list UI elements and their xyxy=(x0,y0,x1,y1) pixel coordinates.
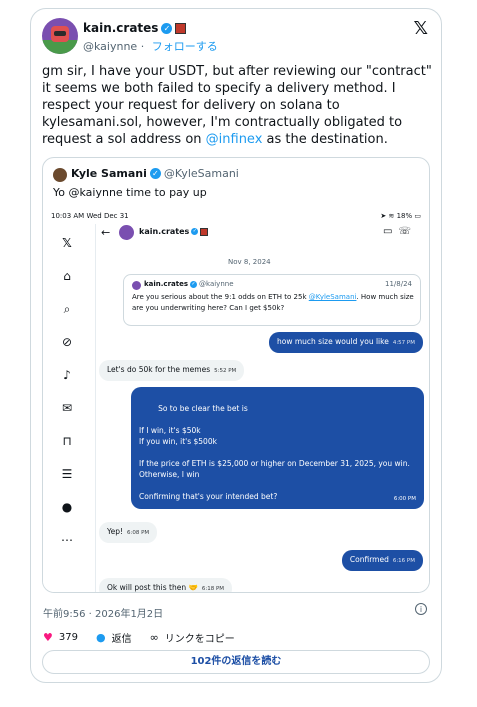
dm-message-in: Let's do 50k for the memes 5:52 PM xyxy=(99,360,245,381)
message-text: Let's do 50k for the memes xyxy=(107,365,211,374)
inner-quote-name: kain.crates xyxy=(144,280,189,288)
message-time: 4:57 PM xyxy=(392,340,415,346)
dm-call-icons: ▭☏ xyxy=(383,226,417,237)
message-text: Ok will post this then 🤝 xyxy=(107,583,198,592)
author-handle[interactable]: @kaiynne xyxy=(83,40,137,53)
quote-screenshot-image: 10:03 AM Wed Dec 31 ➤ ≋ 18% ▭ 𝕏 ⌂ ⌕ ⊘ ♪ … xyxy=(43,210,429,592)
quote-author-handle: @KyleSamani xyxy=(163,167,239,180)
author-handle-row: @kaiynne · フォローする xyxy=(83,40,218,53)
like-button[interactable]: ♥ 379 xyxy=(43,631,78,644)
reply-icon: ● xyxy=(95,631,106,644)
dm-message-out: Confirmed 6:16 PM xyxy=(341,550,423,571)
message-time: 6:16 PM xyxy=(392,558,415,564)
dm-avatar xyxy=(119,225,134,240)
quote-text: Yo @kaiynne time to pay up xyxy=(53,186,207,199)
dm-message-out: how much size would you like 4:57 PM xyxy=(268,332,423,353)
verified-icon: ✓ xyxy=(161,22,173,34)
tweet-timestamp[interactable]: 午前9:56 · 2026年1月2日 xyxy=(43,605,163,620)
heart-icon: ♥ xyxy=(43,631,53,644)
affiliate-badge-icon xyxy=(175,22,187,34)
tweet-actions: ♥ 379 ● 返信 ∞ リンクをコピー xyxy=(43,630,253,645)
dm-name: kain.crates ✓ xyxy=(139,227,209,236)
quote-avatar[interactable] xyxy=(53,168,67,182)
date-separator: Nov 8, 2024 xyxy=(228,258,271,266)
copy-link-label: リンクをコピー xyxy=(164,634,235,645)
dm-verified-icon: ✓ xyxy=(191,228,199,235)
more-icon: ⋯ xyxy=(61,533,73,547)
grok-icon: ⊘ xyxy=(61,335,73,349)
x-icon: 𝕏 xyxy=(62,236,72,250)
home-icon: ⌂ xyxy=(63,269,71,283)
message-text: Confirmed xyxy=(349,555,389,564)
mention-link[interactable]: @infinex xyxy=(206,132,263,147)
inner-quote-author: kain.crates ✓ @kaiynne xyxy=(144,280,234,288)
copy-link-button[interactable]: ∞ リンクをコピー xyxy=(150,630,235,645)
tweet-text-end: as the destination. xyxy=(262,132,388,147)
tweet-text: gm sir, I have your USDT, but after revi… xyxy=(42,63,432,148)
info-icon[interactable]: i xyxy=(415,603,427,615)
quote-author-name[interactable]: Kyle Samani xyxy=(71,167,147,180)
inner-verified-icon: ✓ xyxy=(190,280,198,288)
quote-verified-icon: ✓ xyxy=(149,168,161,179)
inner-quote-handle: @kaiynne xyxy=(199,280,234,288)
message-time: 6:00 PM xyxy=(393,496,416,502)
inner-quote-date: 11/8/24 xyxy=(385,280,412,288)
messages-icon: ✉ xyxy=(61,401,73,415)
dm-name-text: kain.crates xyxy=(139,227,190,236)
dm-sidebar: 𝕏 ⌂ ⌕ ⊘ ♪ ✉ ⊓ ☰ ● ⋯ xyxy=(43,224,96,592)
author-avatar[interactable] xyxy=(42,18,78,54)
status-bar-time: 10:03 AM Wed Dec 31 xyxy=(51,212,129,220)
quote-author[interactable]: Kyle Samani ✓ @KyleSamani xyxy=(71,167,239,180)
profile-avatar-icon: ● xyxy=(61,500,73,514)
read-replies-button[interactable]: 102件の返信を読む xyxy=(42,650,430,674)
search-icon: ⌕ xyxy=(63,302,71,316)
x-logo-icon[interactable]: 𝕏 xyxy=(413,18,428,39)
dm-message-in: Ok will post this then 🤝 6:18 PM xyxy=(99,578,233,592)
message-text: Yep! xyxy=(107,527,123,536)
dm-header: ← kain.crates ✓ ▭☏ xyxy=(99,224,425,246)
tweet-card: kain.crates ✓ @kaiynne · フォローする 𝕏 gm sir… xyxy=(30,8,442,683)
like-count: 379 xyxy=(58,632,78,643)
inner-quote-mention: @KyleSamani xyxy=(308,293,357,301)
notifications-icon: ♪ xyxy=(63,368,71,382)
back-arrow-icon: ← xyxy=(101,226,111,239)
author-name[interactable]: kain.crates ✓ xyxy=(83,21,187,35)
message-time: 6:18 PM xyxy=(201,586,225,592)
author-name-text[interactable]: kain.crates xyxy=(83,21,158,35)
inner-quote-avatar xyxy=(132,281,141,290)
lists-icon: ☰ xyxy=(61,467,73,481)
bookmark-icon: ⊓ xyxy=(62,434,72,448)
inner-quote-text-start: Are you serious about the 9:1 odds on ET… xyxy=(132,293,309,301)
status-bar-icons: ➤ ≋ 18% ▭ xyxy=(380,212,421,220)
reply-button[interactable]: ● 返信 xyxy=(96,630,132,645)
message-time: 6:08 PM xyxy=(126,530,150,536)
dm-badge-icon xyxy=(200,227,209,236)
dm-message-out: So to be clear the bet is If I win, it's… xyxy=(131,387,424,509)
follow-button[interactable]: フォローする xyxy=(152,40,218,53)
link-icon: ∞ xyxy=(149,631,159,644)
dm-message-in: Yep! 6:08 PM xyxy=(99,522,158,543)
quoted-tweet[interactable]: Kyle Samani ✓ @KyleSamani Yo @kaiynne ti… xyxy=(42,157,430,593)
inner-quote-text: Are you serious about the 9:1 odds on ET… xyxy=(132,292,414,314)
reply-label: 返信 xyxy=(111,634,132,645)
message-text: So to be clear the bet is If I win, it's… xyxy=(139,404,410,501)
message-time: 5:52 PM xyxy=(214,368,237,374)
message-text: how much size would you like xyxy=(276,337,389,346)
dm-quoted-tweet: kain.crates ✓ @kaiynne 11/8/24 Are you s… xyxy=(123,274,421,326)
